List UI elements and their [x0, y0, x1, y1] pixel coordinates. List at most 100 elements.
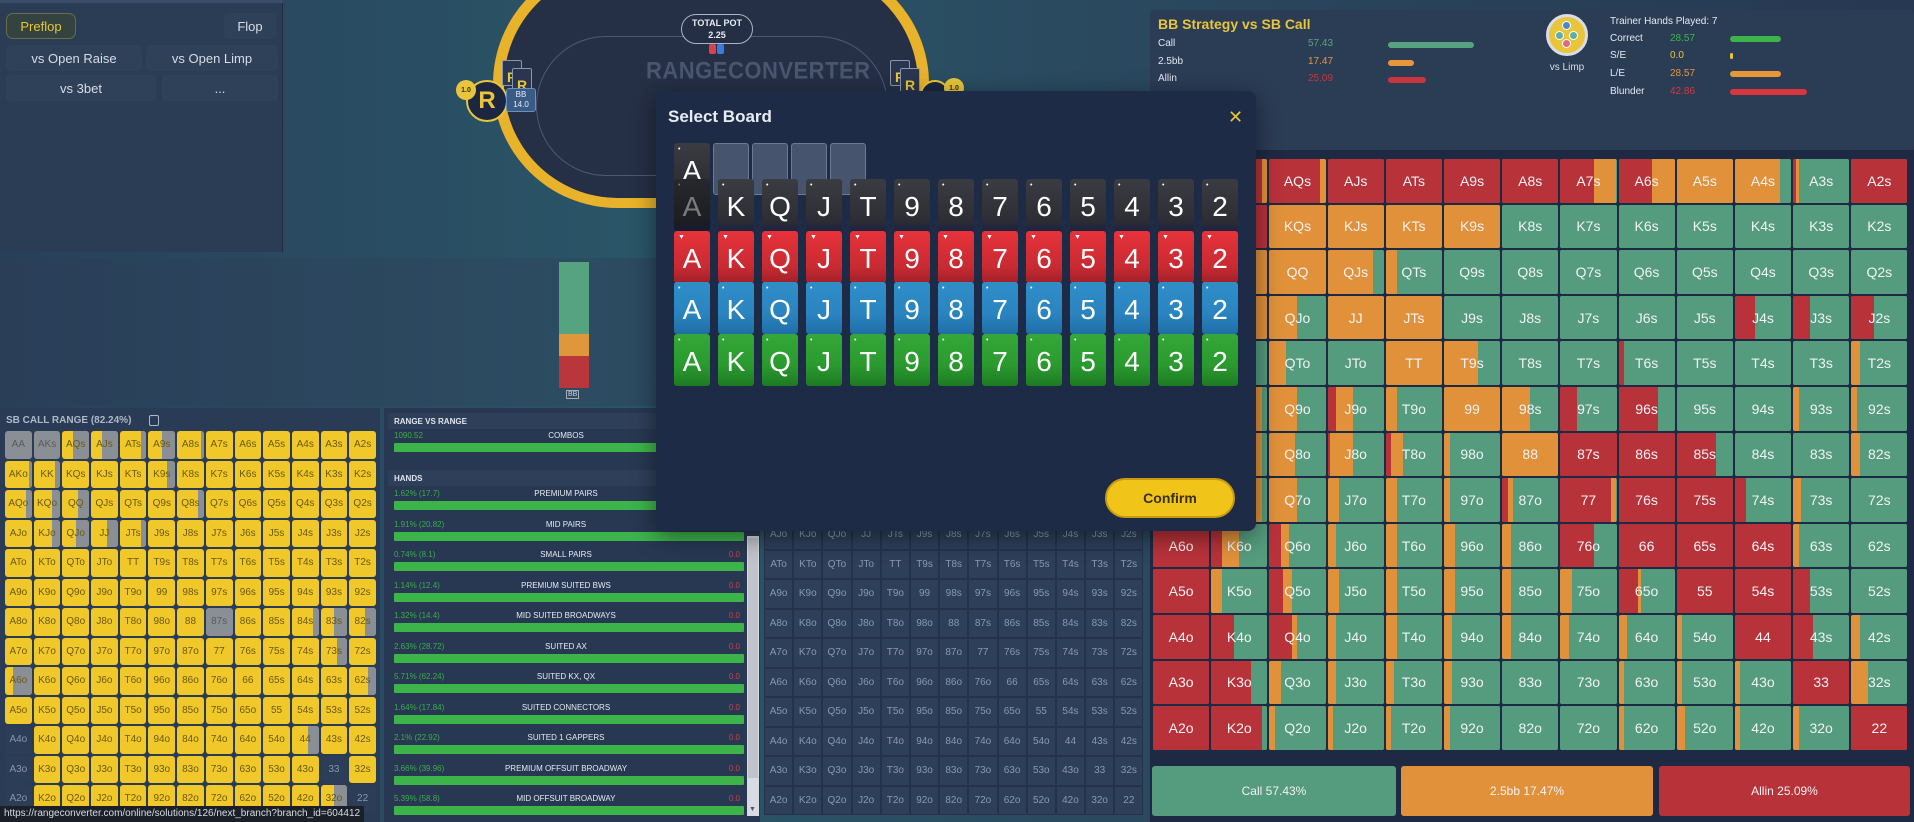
sb-range-cell[interactable]: 42s: [349, 726, 376, 754]
strategy-cell[interactable]: K2s: [1851, 204, 1908, 249]
secondary-range-cell[interactable]: 43s: [1085, 726, 1115, 756]
strategy-cell[interactable]: T7s: [1560, 341, 1617, 385]
secondary-range-cell[interactable]: A2o: [764, 785, 794, 815]
sb-range-cell[interactable]: J6o: [91, 667, 118, 695]
secondary-range-cell[interactable]: 42s: [1114, 726, 1144, 756]
sb-range-cell[interactable]: T3o: [119, 755, 147, 783]
sb-range-cell[interactable]: 65o: [234, 696, 262, 724]
strategy-cell[interactable]: A3s: [1793, 159, 1850, 203]
summary-raise[interactable]: 2.5bb 17.47%: [1401, 766, 1653, 816]
deck-card-3c[interactable]: • 3: [1158, 333, 1194, 386]
strategy-cell[interactable]: T9s: [1443, 341, 1501, 385]
secondary-range-cell[interactable]: 84o: [939, 726, 969, 756]
strategy-cell[interactable]: 64s: [1734, 523, 1792, 568]
strategy-cell[interactable]: 55: [1676, 569, 1733, 613]
deck-card-Jc[interactable]: • J: [806, 333, 842, 386]
strategy-cell[interactable]: 99: [1443, 386, 1501, 431]
secondary-range-cell[interactable]: 99: [909, 579, 940, 609]
strategy-cell[interactable]: Q9o: [1269, 386, 1326, 431]
strategy-cell[interactable]: A8s: [1502, 159, 1559, 203]
sb-range-cell[interactable]: 72s: [349, 637, 376, 665]
sb-range-cell[interactable]: 75s: [263, 637, 290, 665]
deck-card-Js[interactable]: • J: [806, 179, 842, 231]
sb-range-cell[interactable]: T6o: [119, 667, 147, 695]
sb-range-cell[interactable]: 73o: [205, 755, 233, 783]
strategy-cell[interactable]: K6s: [1618, 204, 1675, 249]
strategy-cell[interactable]: J5s: [1676, 295, 1733, 340]
deck-card-4h[interactable]: ▼ 4: [1114, 230, 1150, 283]
sb-range-cell[interactable]: J7o: [91, 637, 118, 665]
strategy-cell[interactable]: A3o: [1153, 660, 1210, 705]
strategy-cell[interactable]: Q3s: [1793, 250, 1850, 294]
sb-range-cell[interactable]: ATo: [5, 549, 32, 577]
secondary-range-cell[interactable]: 98o: [909, 608, 940, 638]
strategy-cell[interactable]: K5s: [1676, 204, 1733, 249]
strategy-cell[interactable]: 66: [1618, 523, 1675, 568]
sb-range-cell[interactable]: 95s: [263, 578, 290, 606]
sb-range-cell[interactable]: AA: [5, 431, 32, 459]
strategy-cell[interactable]: 97o: [1443, 478, 1501, 522]
strategy-cell[interactable]: 33: [1793, 660, 1850, 705]
deck-card-As[interactable]: • A: [674, 179, 710, 231]
sb-range-cell[interactable]: K7s: [205, 460, 233, 488]
sb-range-cell[interactable]: 64s: [291, 667, 319, 695]
strategy-cell[interactable]: 82o: [1502, 706, 1559, 750]
secondary-range-cell[interactable]: A9o: [764, 579, 794, 609]
secondary-range-cell[interactable]: Q5o: [822, 697, 852, 727]
strategy-cell[interactable]: T4o: [1385, 614, 1442, 659]
strategy-cell[interactable]: 85s: [1676, 432, 1733, 477]
strategy-cell[interactable]: J9o: [1327, 386, 1384, 431]
sb-range-cell[interactable]: 86o: [177, 667, 204, 695]
strategy-cell[interactable]: QTs: [1385, 250, 1442, 294]
sb-range-cell[interactable]: JTs: [119, 519, 147, 547]
secondary-range-cell[interactable]: K3o: [793, 756, 823, 786]
sb-range-cell[interactable]: Q9o: [62, 578, 90, 606]
sb-range-cell[interactable]: 63s: [320, 667, 348, 695]
sb-range-cell[interactable]: J9s: [148, 519, 176, 547]
strategy-cell[interactable]: 53o: [1676, 660, 1733, 705]
sb-range-cell[interactable]: 53o: [263, 755, 290, 783]
strategy-cell[interactable]: KTs: [1385, 204, 1442, 249]
strategy-cell[interactable]: 52s: [1851, 569, 1908, 613]
sb-range-cell[interactable]: QTs: [119, 490, 147, 518]
strategy-cell[interactable]: TT: [1385, 341, 1442, 385]
sb-range-cell[interactable]: 99: [148, 578, 176, 606]
sb-range-cell[interactable]: QJs: [91, 490, 118, 518]
secondary-range-cell[interactable]: 54o: [1026, 726, 1056, 756]
vs-limp-badge-icon[interactable]: [1546, 14, 1588, 56]
sb-range-cell[interactable]: JJ: [91, 519, 118, 547]
confirm-button[interactable]: Confirm: [1105, 478, 1235, 518]
sb-range-cell[interactable]: 93o: [148, 755, 176, 783]
sb-range-cell[interactable]: J4s: [291, 519, 319, 547]
deck-card-Qd[interactable]: • Q: [762, 282, 798, 334]
deck-card-Qh[interactable]: ▼ Q: [762, 230, 798, 283]
secondary-range-cell[interactable]: 65o: [997, 697, 1027, 727]
sb-range-cell[interactable]: Q5s: [263, 490, 290, 518]
summary-call[interactable]: Call 57.43%: [1152, 766, 1396, 816]
strategy-cell[interactable]: A6s: [1618, 159, 1675, 203]
sb-range-cell[interactable]: JTo: [91, 549, 118, 577]
strategy-cell[interactable]: 72s: [1851, 478, 1908, 522]
strategy-cell[interactable]: 22: [1851, 706, 1908, 750]
strategy-cell[interactable]: J7s: [1560, 295, 1617, 340]
strategy-cell[interactable]: 84o: [1502, 614, 1559, 659]
sb-range-cell[interactable]: TT: [119, 549, 147, 577]
strategy-cell[interactable]: J7o: [1327, 478, 1384, 522]
sb-range-cell[interactable]: 44: [291, 726, 319, 754]
deck-card-Td[interactable]: • T: [850, 282, 886, 334]
sb-range-cell[interactable]: A8s: [177, 431, 204, 459]
secondary-range-cell[interactable]: 52o: [1026, 785, 1056, 815]
secondary-range-cell[interactable]: 85s: [1026, 608, 1056, 638]
sb-range-cell[interactable]: 98s: [177, 578, 204, 606]
strategy-cell[interactable]: J9s: [1443, 295, 1501, 340]
sb-range-cell[interactable]: K4s: [291, 460, 319, 488]
strategy-cell[interactable]: 87o: [1502, 478, 1559, 522]
range-panel-scrollbar[interactable]: [747, 536, 759, 816]
strategy-cell[interactable]: QJs: [1327, 250, 1384, 294]
secondary-range-cell[interactable]: 62o: [997, 785, 1027, 815]
deck-card-Ts[interactable]: • T: [850, 179, 886, 231]
secondary-range-cell[interactable]: 44: [1055, 726, 1086, 756]
deck-card-Kd[interactable]: • K: [718, 282, 754, 334]
secondary-range-cell[interactable]: K9o: [793, 579, 823, 609]
sb-range-cell[interactable]: 83o: [177, 755, 204, 783]
